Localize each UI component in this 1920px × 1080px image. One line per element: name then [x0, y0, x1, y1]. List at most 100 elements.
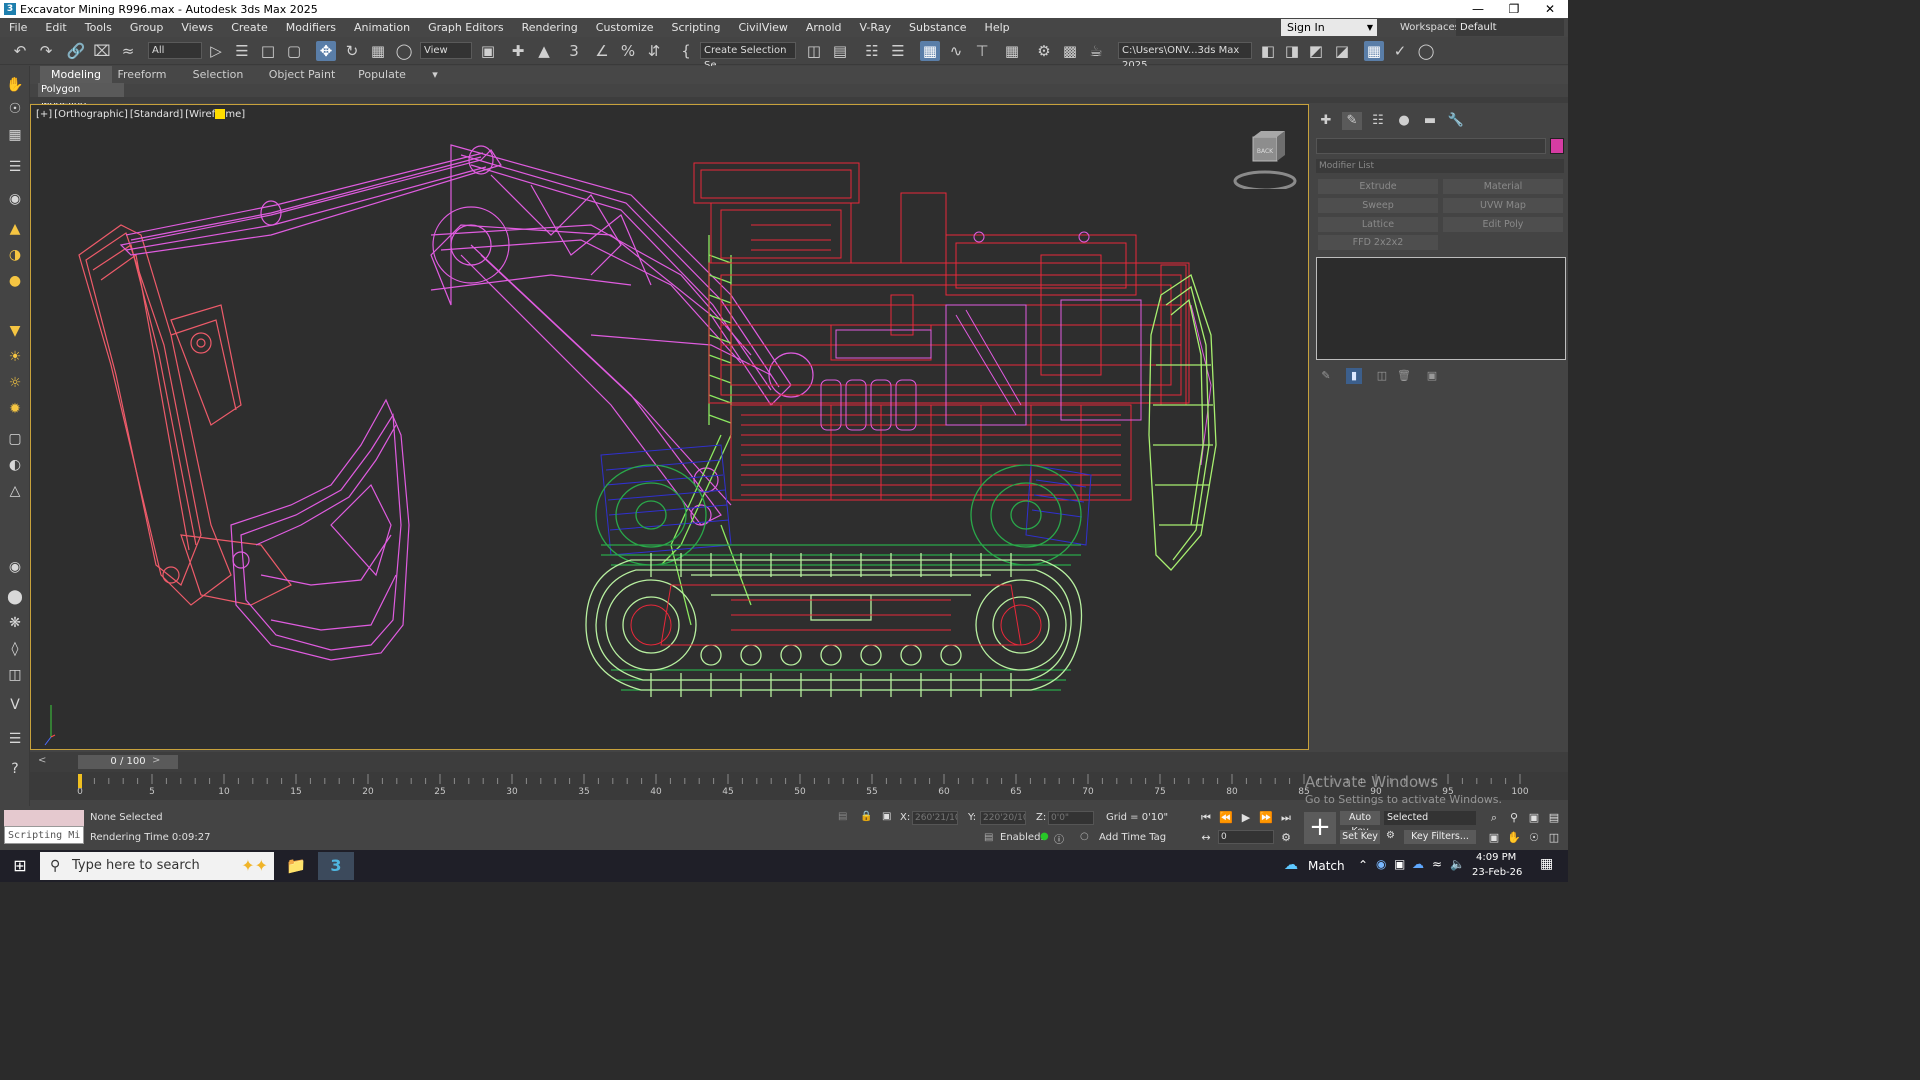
material-editor-icon[interactable]: ▦	[1002, 41, 1022, 61]
minimize-icon[interactable]: —	[1460, 0, 1496, 18]
workspace-select[interactable]: Default	[1456, 19, 1564, 36]
chevron-up-icon[interactable]: ⌃	[1358, 858, 1368, 872]
redo-icon[interactable]: ↷	[36, 41, 56, 61]
scene-explorer-icon[interactable]: ☷	[862, 41, 882, 61]
snaps-toggle-icon[interactable]: 3	[564, 41, 584, 61]
menu-arnold[interactable]: Arnold	[797, 18, 851, 37]
cylinder-icon[interactable]: ◫	[4, 664, 26, 686]
viewcube[interactable]: BACK	[1231, 129, 1301, 192]
vray-logo-icon[interactable]: V	[4, 694, 26, 716]
ribbon-toggle-icon[interactable]: ▦	[920, 41, 940, 61]
key-filters-icon[interactable]: ⚙	[1386, 830, 1395, 841]
3ds-max-taskbar-icon[interactable]: 3	[318, 852, 354, 880]
container-icon[interactable]: ▦	[4, 124, 26, 146]
menu-create[interactable]: Create	[222, 18, 277, 37]
hierarchy-tab-icon[interactable]: ☷	[1368, 112, 1388, 130]
absolute-mode-icon[interactable]: ▣	[882, 811, 891, 822]
monitor-icon[interactable]: ▣	[1394, 857, 1405, 871]
ffd-button[interactable]: FFD 2x2x2	[1318, 235, 1438, 250]
select-manipulate-icon[interactable]: ✚	[508, 41, 528, 61]
object-name-field[interactable]	[1316, 138, 1546, 154]
show-end-result-icon[interactable]: ▮	[1346, 368, 1362, 384]
lattice-button[interactable]: Lattice	[1318, 217, 1438, 232]
uvw-map-button[interactable]: UVW Map	[1443, 198, 1563, 213]
menu-customize[interactable]: Customize	[587, 18, 663, 37]
x-coordinate-field[interactable]: 260'21/10	[912, 811, 958, 825]
time-slider[interactable]: 0 / 100	[78, 755, 178, 769]
menu-edit[interactable]: Edit	[36, 18, 75, 37]
adaptive-degradation-icon[interactable]: ▤	[984, 832, 993, 843]
material-button[interactable]: Material	[1443, 179, 1563, 194]
menu-animation[interactable]: Animation	[345, 18, 419, 37]
clock-time[interactable]: 4:09 PM	[1476, 852, 1516, 863]
windows-start-icon[interactable]: ⊞	[0, 850, 40, 882]
key-filters-button[interactable]: Key Filters...	[1404, 830, 1476, 844]
object-color-swatch[interactable]	[1550, 138, 1564, 154]
project-folder-dropdown[interactable]: C:\Users\ONV...3ds Max 2025	[1118, 42, 1252, 71]
taskbar-search[interactable]: ⚲ Type here to search ✦✦	[40, 852, 274, 880]
time-configuration-icon[interactable]: ⚙	[1278, 830, 1294, 846]
modify-tab-icon[interactable]: ✎	[1342, 112, 1362, 130]
menu-graph-editors[interactable]: Graph Editors	[419, 18, 513, 37]
remove-modifier-icon[interactable]: 🗑	[1396, 368, 1412, 384]
motion-tab-icon[interactable]: ●	[1394, 112, 1414, 130]
place-icon[interactable]: ◯	[394, 41, 414, 61]
add-time-tag-button[interactable]: Add Time Tag	[1099, 832, 1166, 843]
isolate-selection-icon[interactable]: ▤	[838, 811, 847, 822]
menu-civilview[interactable]: CivilView	[729, 18, 796, 37]
viewport-orthographic[interactable]: [+][Orthographic][Standard][Wireframe] B…	[30, 104, 1309, 750]
wifi-icon[interactable]: ≈	[1432, 857, 1442, 871]
zoom-all-icon[interactable]: ⚲	[1506, 810, 1522, 826]
reference-coordinate-dropdown[interactable]: View	[420, 42, 472, 59]
next-frame-icon[interactable]: ⏩	[1258, 810, 1274, 826]
menu-substance[interactable]: Substance	[900, 18, 976, 37]
sky-icon[interactable]: ✹	[4, 398, 26, 420]
maxscript-listener[interactable]: Scripting Mi	[4, 810, 84, 846]
time-cursor[interactable]	[78, 774, 82, 788]
ribbon-options-icon[interactable]: ▾	[424, 66, 446, 84]
help-icon[interactable]: ?	[4, 758, 26, 780]
scripting-icon[interactable]: ☰	[4, 728, 26, 750]
current-frame-field[interactable]: 0	[1218, 830, 1274, 844]
tab-object-paint[interactable]: Object Paint	[264, 66, 340, 84]
percent-snap-icon[interactable]: %	[618, 41, 638, 61]
pan-view-icon[interactable]: ✋	[1506, 830, 1522, 846]
zoom-extents-icon[interactable]: ▣	[1526, 810, 1542, 826]
maxscript-input[interactable]: Scripting Mi	[4, 826, 84, 844]
particles-icon[interactable]: ❋	[4, 612, 26, 634]
layer-explorer-icon[interactable]: ☰	[888, 41, 908, 61]
rectangular-selection-icon[interactable]: □	[258, 41, 278, 61]
vray-interactive-icon[interactable]: ◪	[1332, 41, 1352, 61]
bucket-icon[interactable]: ◉	[4, 556, 26, 578]
speaker-icon[interactable]: 🔈	[1450, 857, 1465, 871]
info-icon[interactable]: ⓘ	[1054, 831, 1064, 846]
hand-icon[interactable]: ✋	[4, 74, 26, 96]
sphere-icon[interactable]: ●	[4, 270, 26, 292]
key-mode-toggle-icon[interactable]: ↔	[1198, 830, 1214, 846]
check-icon[interactable]: ✓	[1390, 41, 1410, 61]
key-mode-dropdown[interactable]: Selected	[1384, 811, 1476, 825]
schematic-view-icon[interactable]: ⊤	[972, 41, 992, 61]
y-coordinate-field[interactable]: 220'20/10	[980, 811, 1026, 825]
selection-filter-dropdown[interactable]: All	[148, 42, 202, 59]
make-unique-icon[interactable]: ◫	[1374, 368, 1390, 384]
go-to-start-icon[interactable]: ⏮	[1198, 810, 1214, 826]
menu-help[interactable]: Help	[976, 18, 1019, 37]
weather-text[interactable]: Match	[1308, 859, 1345, 873]
close-icon[interactable]: ✕	[1532, 0, 1568, 18]
maximize-viewport-icon[interactable]: ◫	[1546, 830, 1562, 846]
weather-icon[interactable]: ☁	[1284, 857, 1298, 873]
box-icon[interactable]: ▢	[4, 428, 26, 450]
create-tab-icon[interactable]: ✚	[1316, 112, 1336, 130]
dome-icon[interactable]: ◑	[4, 244, 26, 266]
edit-named-selection-icon[interactable]: {	[676, 41, 696, 61]
zoom-extents-all-icon[interactable]: ▤	[1546, 810, 1562, 826]
menu-rendering[interactable]: Rendering	[513, 18, 587, 37]
help-circle-icon[interactable]: ◯	[1416, 41, 1436, 61]
vray-frame-buffer-icon[interactable]: ◨	[1282, 41, 1302, 61]
undo-icon[interactable]: ↶	[10, 41, 30, 61]
select-object-icon[interactable]: ▷	[206, 41, 226, 61]
tab-freeform[interactable]: Freeform	[114, 66, 170, 84]
clock-date[interactable]: 23-Feb-26	[1472, 867, 1522, 878]
viewport-shading-standard[interactable]: [Standard]	[129, 109, 184, 120]
